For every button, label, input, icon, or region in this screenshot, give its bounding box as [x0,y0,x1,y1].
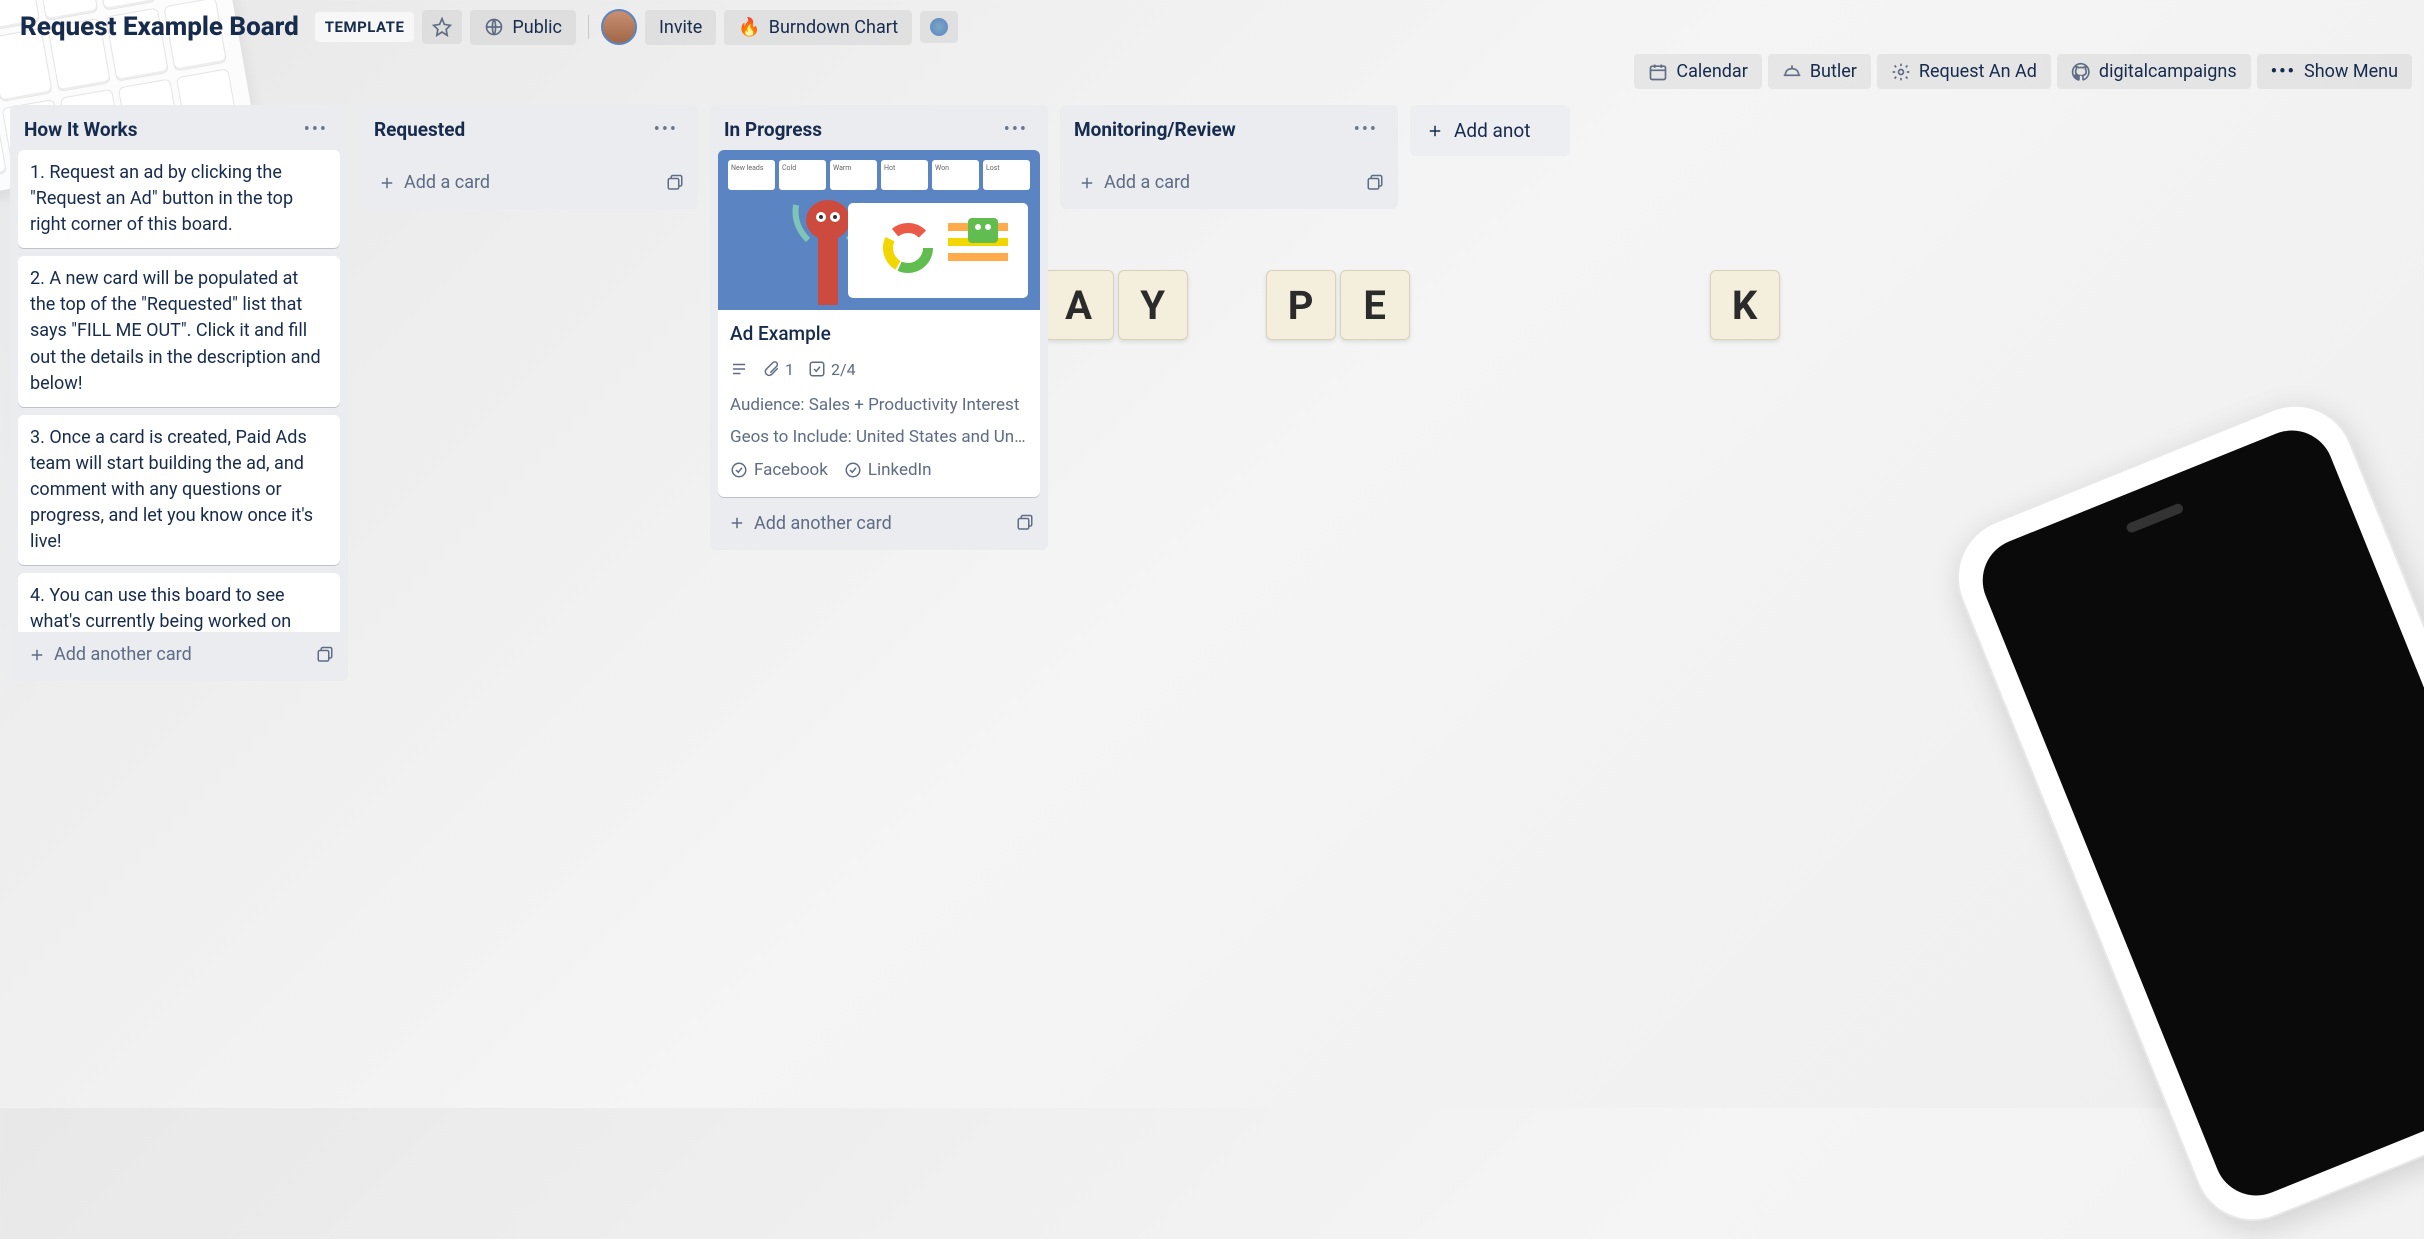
list-menu-button[interactable]: ••• [648,117,684,142]
list-monitoring-review: Monitoring/Review ••• Add a card [1060,105,1398,209]
member-avatar[interactable] [601,9,637,45]
card-cover-image: New leadsColdWarmHotWonLost [718,150,1040,310]
plus-icon [378,174,396,192]
add-card-label: Add another card [754,513,892,534]
powerup-icon [930,18,948,36]
burndown-button[interactable]: 🔥 Burndown Chart [724,10,912,45]
github-label: digitalcampaigns [2099,61,2237,82]
gear-icon [1891,62,1911,82]
list-how-it-works: How It Works ••• 1. Request an ad by cli… [10,105,348,681]
butler-label: Butler [1810,61,1857,82]
card[interactable]: 2. A new card will be populated at the t… [18,256,340,406]
calendar-icon [1648,62,1668,82]
checklist-icon [808,360,826,378]
list-title[interactable]: In Progress [724,118,822,141]
card-title: Ad Example [730,320,1028,348]
butler-button[interactable]: Butler [1768,54,1871,89]
github-button[interactable]: digitalcampaigns [2057,54,2251,89]
checklist-badge: 2/4 [808,358,856,381]
paperclip-icon [762,360,780,378]
plus-icon [28,646,46,664]
list-in-progress: In Progress ••• New leadsColdWarmHotWonL… [710,105,1048,550]
plus-icon [1078,174,1096,192]
star-icon [432,17,452,37]
board-canvas[interactable]: How It Works ••• 1. Request an ad by cli… [0,99,2424,1097]
list-menu-button[interactable]: ••• [298,117,334,142]
powerup-button[interactable] [920,11,958,43]
globe-icon [484,17,504,37]
show-menu-label: Show Menu [2304,61,2398,82]
add-card-label: Add a card [1104,172,1190,193]
add-list-button[interactable]: Add anot [1410,105,1570,156]
star-button[interactable] [422,10,462,44]
add-card-button[interactable]: Add a card [1074,168,1194,197]
add-card-button[interactable]: Add another card [24,640,196,669]
description-icon [730,360,748,378]
request-ad-label: Request An Ad [1919,61,2037,82]
request-ad-button[interactable]: Request An Ad [1877,54,2051,89]
card-template-icon[interactable] [1366,174,1384,192]
check-circle-icon [730,461,748,479]
card-template-icon[interactable] [316,646,334,664]
card-ad-example[interactable]: New leadsColdWarmHotWonLost [718,150,1040,497]
add-card-label: Add another card [54,644,192,665]
visibility-label: Public [512,17,562,38]
add-card-button[interactable]: Add another card [724,509,896,538]
attachment-badge: 1 [762,358,794,381]
invite-label: Invite [659,17,702,38]
ellipsis-icon: ••• [2271,61,2296,82]
card[interactable]: 4. You can use this board to see what's … [18,573,340,632]
card[interactable]: 3. Once a card is created, Paid Ads team… [18,415,340,565]
template-badge[interactable]: TEMPLATE [315,12,415,42]
add-card-button[interactable]: Add a card [374,168,494,197]
label-linkedin: LinkedIn [844,458,932,483]
add-list-label: Add anot [1454,119,1530,142]
card-template-icon[interactable] [1016,514,1034,532]
fire-icon: 🔥 [738,17,760,38]
github-icon [2071,62,2091,82]
calendar-button[interactable]: Calendar [1634,54,1761,89]
list-title[interactable]: Requested [374,118,465,141]
divider [588,15,589,39]
list-menu-button[interactable]: ••• [1348,117,1384,142]
plus-icon [1426,122,1444,140]
custom-field-geos: Geos to Include: United States and Unit… [730,425,1028,450]
custom-field-audience: Audience: Sales + Productivity Interest [730,393,1028,418]
card-template-icon[interactable] [666,174,684,192]
plus-icon [728,514,746,532]
label-facebook: Facebook [730,458,828,483]
add-card-label: Add a card [404,172,490,193]
list-requested: Requested ••• Add a card [360,105,698,209]
burndown-label: Burndown Chart [769,17,898,38]
calendar-label: Calendar [1676,61,1747,82]
board-title[interactable]: Request Example Board [12,8,307,46]
description-badge [730,358,748,381]
show-menu-button[interactable]: ••• Show Menu [2257,54,2412,89]
dashboard-illustration [848,203,1028,298]
list-menu-button[interactable]: ••• [998,117,1034,142]
list-title[interactable]: Monitoring/Review [1074,118,1236,141]
invite-button[interactable]: Invite [645,10,716,45]
card[interactable]: 1. Request an ad by clicking the "Reques… [18,150,340,248]
visibility-button[interactable]: Public [470,10,576,45]
butler-icon [1782,62,1802,82]
list-title[interactable]: How It Works [24,118,137,141]
check-circle-icon [844,461,862,479]
